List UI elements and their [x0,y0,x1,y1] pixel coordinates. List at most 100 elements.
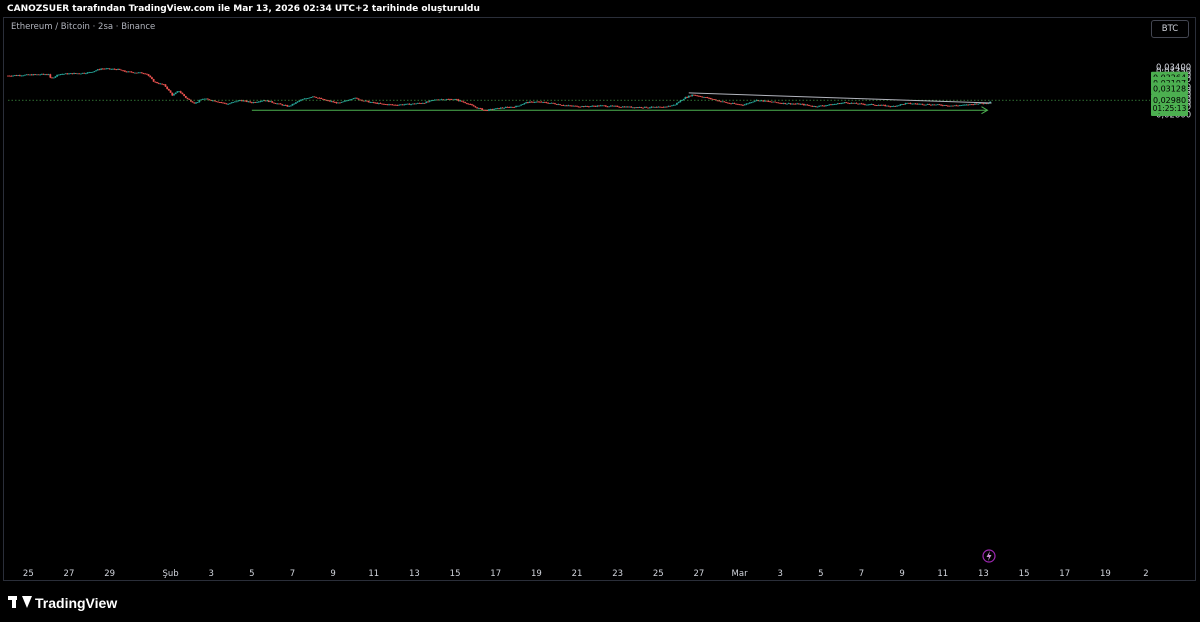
candle [125,71,128,73]
candle [938,104,941,106]
candle [381,103,384,105]
candle [904,102,907,105]
candle [311,96,314,98]
candle [721,101,724,103]
candle [940,104,942,106]
candle [359,99,362,101]
candle [227,103,230,105]
candle [642,107,644,109]
x-tick-label: 19 [531,569,542,579]
candle [784,102,787,105]
candle [489,108,492,110]
candle [410,103,412,106]
candle [577,106,580,108]
candle [367,100,370,103]
x-tick-label: 3 [778,569,783,579]
candle [47,73,50,76]
candle [745,103,748,106]
candle [723,101,726,103]
currency-button[interactable]: BTC [1151,20,1189,38]
candle [283,104,285,106]
candle [384,103,387,105]
candle [752,101,755,103]
candle [643,106,646,109]
candle [579,106,582,108]
candle [584,105,587,107]
candle [427,101,429,103]
candle [653,106,656,108]
candle [383,103,385,105]
candle [640,106,643,109]
candle [364,100,367,102]
candle [374,102,377,104]
lightning-icon[interactable] [982,549,996,563]
candle [799,103,802,105]
candle [718,100,721,102]
candle [828,104,831,106]
candle [633,107,636,109]
candle [130,71,133,73]
candle [83,72,86,74]
price-chart[interactable]: 0,034000,033500,033000,032500,031500,031… [0,0,1200,622]
candle [909,102,912,105]
tradingview-logo[interactable]: TradingView [8,595,117,611]
candle [504,106,507,108]
candle [454,98,456,101]
candle [132,72,135,74]
candle [144,73,147,75]
candle [735,103,738,105]
price-label-text: 0,03128 [1153,84,1186,93]
candle [565,104,568,107]
candle [337,102,340,104]
candle [115,69,118,71]
candle [27,74,30,76]
candle [413,103,416,105]
candle [149,75,152,78]
candle [198,99,201,103]
candle [935,104,937,106]
candle [37,74,40,76]
candle [78,73,81,75]
candle [672,104,675,106]
lines-layer [8,92,1150,104]
symbol-label[interactable]: Ethereum / Bitcoin · 2sa · Binance [11,22,155,32]
candle [559,104,561,106]
candle [88,71,91,74]
candle [618,106,621,108]
candle [408,103,411,105]
tradingview-logo-icon [8,596,32,610]
candle [525,101,528,104]
candle [765,100,768,102]
candle [398,104,401,106]
candle [129,71,131,73]
candle [107,67,109,70]
candle [469,103,472,105]
candle [813,105,815,108]
candle [611,105,614,107]
candle [261,100,263,102]
candle [623,106,626,108]
candle [247,101,250,103]
candle [886,105,888,107]
candle [520,104,523,106]
candle [228,103,231,105]
candle [875,105,878,106]
candle [498,107,501,109]
candle [950,105,953,107]
candle [963,104,966,106]
candle [538,101,541,103]
candle [609,105,612,107]
candle [882,104,885,106]
candle [123,70,126,72]
candle [100,68,103,71]
candle [423,102,426,104]
price-label: 0,03128 [1151,82,1188,95]
candle [943,105,946,106]
candle [501,107,504,109]
candle [587,105,590,108]
candle [554,102,556,105]
candle [284,104,287,106]
candle [853,102,856,104]
candle [355,97,358,99]
candle [689,95,692,97]
